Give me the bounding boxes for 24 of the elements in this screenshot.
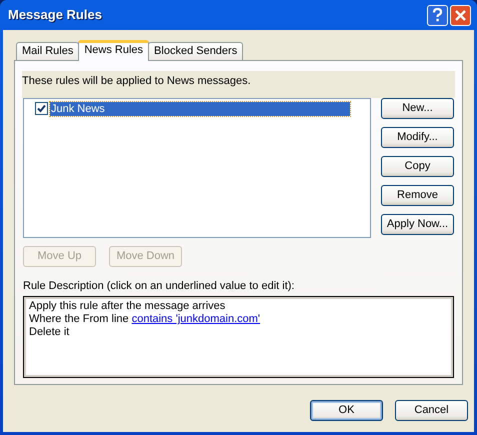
tab[interactable]: News Rules bbox=[78, 40, 150, 61]
rule-action-button[interactable]: Modify... bbox=[381, 126, 454, 148]
intro-text: These rules will be applied to News messages. bbox=[22, 71, 455, 98]
tab[interactable]: Blocked Senders bbox=[148, 42, 244, 60]
window-title: Message Rules bbox=[8, 6, 102, 24]
description-label: Rule Description (click on an underlined value to edit it): bbox=[23, 278, 296, 294]
condition-link[interactable]: contains 'junkdomain.com' bbox=[132, 313, 260, 325]
rule-action-button[interactable]: New... bbox=[381, 98, 454, 118]
rule-action-button[interactable]: Remove bbox=[381, 184, 454, 206]
rules-list[interactable]: Junk News bbox=[23, 98, 371, 238]
close-button[interactable] bbox=[450, 4, 471, 26]
description-line: Where the From line contains 'junkdomain.com' bbox=[29, 313, 262, 326]
cancel-button[interactable]: Cancel bbox=[395, 400, 468, 421]
tab[interactable]: Mail Rules bbox=[16, 42, 80, 60]
description-line: Delete it bbox=[29, 326, 70, 339]
checkbox[interactable] bbox=[35, 102, 48, 115]
description-line: Apply this rule after the message arrives bbox=[29, 300, 226, 313]
help-button[interactable] bbox=[427, 4, 448, 26]
ok-button[interactable]: OK bbox=[310, 400, 383, 421]
rule-action-button[interactable]: Apply Now... bbox=[381, 214, 454, 234]
rule-action-button[interactable]: Copy bbox=[381, 156, 454, 176]
close-icon bbox=[455, 10, 466, 20]
rule-name[interactable]: Junk News bbox=[50, 102, 350, 116]
question-mark-icon bbox=[432, 8, 443, 22]
